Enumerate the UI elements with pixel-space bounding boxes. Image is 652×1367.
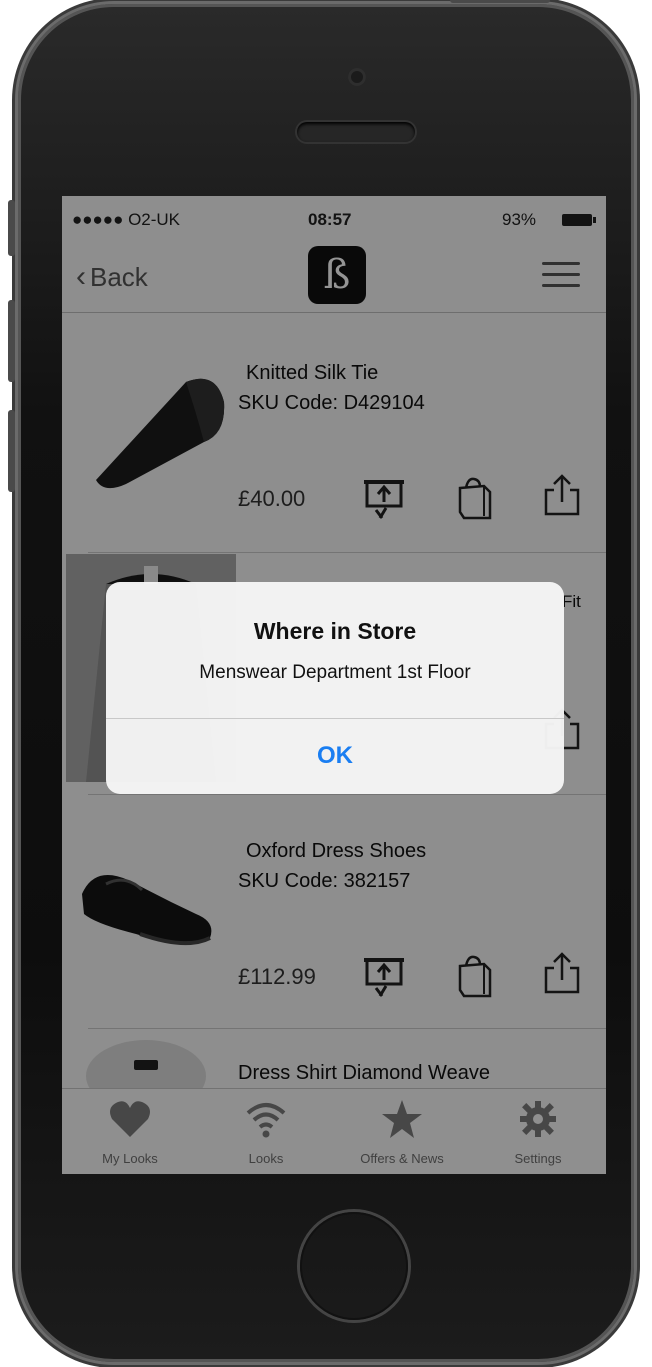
ok-button[interactable]: OK	[106, 718, 564, 794]
home-button[interactable]	[300, 1212, 408, 1320]
app-screen: ●●●●● O2-UK 08:57 93% ‹ Back ß Knitted Si…	[62, 196, 606, 1174]
earpiece-speaker	[297, 122, 415, 142]
alert-title: Where in Store	[253, 618, 417, 644]
alert-dialog: Where in Store Menswear Department 1st F…	[106, 582, 564, 794]
power-button	[450, 0, 550, 3]
alert-message: Menswear Department 1st Floor	[199, 662, 471, 683]
mute-switch	[8, 200, 15, 256]
front-camera	[348, 68, 366, 86]
volume-down-button	[8, 410, 15, 492]
volume-up-button	[8, 300, 15, 382]
